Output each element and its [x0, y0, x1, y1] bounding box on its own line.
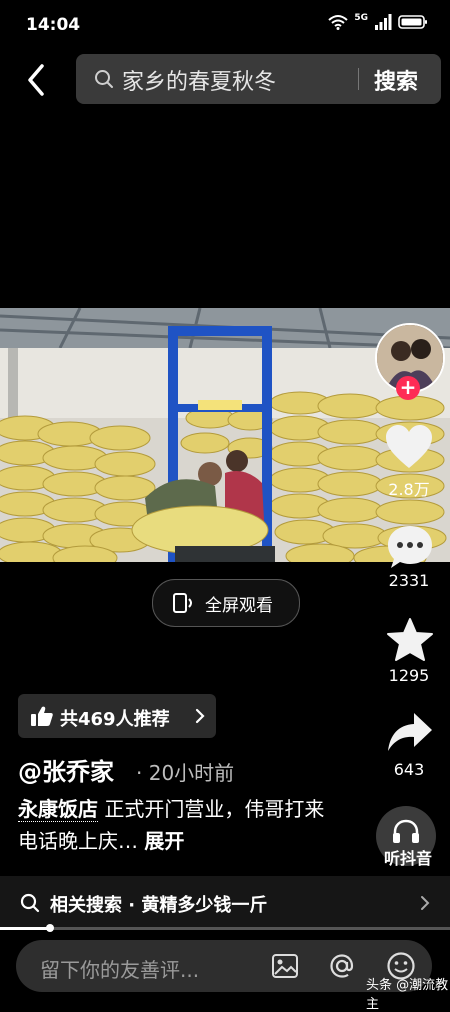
post-time: · 20小时前 [136, 761, 235, 785]
fullscreen-label: 全屏观看 [205, 596, 273, 616]
favorite-count: 1295 [388, 666, 430, 685]
headphones-icon [393, 819, 419, 843]
search-icon [95, 70, 113, 88]
comment-count: 2331 [388, 571, 430, 590]
expand-link[interactable]: 展开 [144, 829, 184, 853]
post-description: 永康饭店 正式开门营业，伟哥打来电话晚上庆… 展开 [18, 793, 338, 857]
share-button[interactable] [386, 711, 434, 759]
back-button[interactable] [22, 62, 52, 102]
image-icon[interactable] [271, 953, 299, 979]
thumbs-up-icon [31, 706, 53, 726]
chevron-right-icon [195, 708, 205, 724]
comment-bubble-icon [388, 526, 432, 568]
listen-label: 听抖音 [383, 849, 432, 868]
status-icons: 5G [328, 13, 428, 30]
share-count: 643 [393, 760, 425, 779]
location-tag[interactable]: 永康饭店 [18, 797, 98, 822]
favorite-button[interactable] [386, 617, 434, 667]
back-arrow-icon [28, 64, 44, 96]
status-time: 14:04 [26, 15, 81, 35]
author-name[interactable]: @张乔家 [18, 752, 114, 787]
progress-handle[interactable] [45, 924, 54, 932]
search-button[interactable]: 搜索 [374, 64, 418, 96]
chevron-right-icon [421, 896, 430, 910]
like-count: 2.8万 [388, 480, 430, 499]
playback-progress[interactable] [0, 924, 450, 932]
related-search-bar[interactable]: 相关搜索 · 黄精多少钱一斤 [0, 876, 450, 930]
recommend-label: 共469人推荐 [60, 709, 170, 730]
fullscreen-button[interactable]: 全屏观看 [152, 579, 300, 627]
share-arrow-icon [388, 713, 432, 751]
network-label: 5G [354, 13, 368, 23]
comment-placeholder: 留下你的友善评... [40, 958, 200, 982]
star-icon [387, 618, 433, 661]
like-button[interactable] [384, 424, 434, 474]
search-icon [20, 893, 40, 913]
at-mention-icon[interactable] [328, 952, 356, 980]
recommend-button[interactable]: 共469人推荐 [18, 694, 216, 738]
follow-plus-icon[interactable]: + [396, 376, 420, 400]
heart-icon [386, 425, 432, 468]
search-divider [358, 68, 359, 90]
wifi-icon [328, 15, 349, 30]
progress-fill [0, 927, 50, 930]
signal-icon [375, 14, 392, 30]
related-search-label: 相关搜索 · 黄精多少钱一斤 [50, 895, 268, 916]
battery-icon [398, 15, 427, 29]
watermark: 头条 @潮流教主 [366, 978, 449, 1012]
search-input[interactable]: 家乡的春夏秋冬 [122, 64, 276, 96]
search-bar[interactable]: 家乡的春夏秋冬 搜索 [76, 54, 441, 104]
comment-button[interactable] [386, 524, 434, 574]
status-bar: 14:04 5G [0, 0, 450, 52]
rotate-screen-icon [173, 593, 192, 613]
